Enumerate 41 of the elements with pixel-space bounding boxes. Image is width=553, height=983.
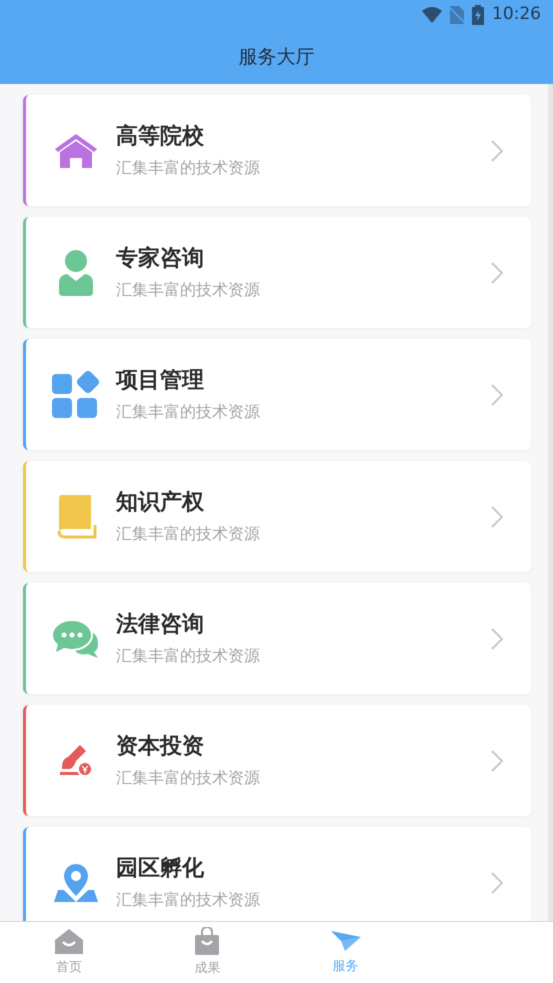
service-subtitle: 汇集丰富的技术资源 — [116, 400, 261, 422]
service-subtitle: 汇集丰富的技术资源 — [116, 278, 261, 300]
chevron-right-icon — [491, 384, 503, 406]
chevron-right-icon — [491, 628, 503, 650]
chevron-right-icon — [491, 140, 503, 162]
chevron-right-icon — [491, 506, 503, 528]
no-sim-icon — [450, 6, 464, 24]
service-title: 高等院校 — [116, 122, 205, 150]
service-subtitle: 汇集丰富的技术资源 — [116, 522, 261, 544]
service-subtitle: 汇集丰富的技术资源 — [116, 156, 261, 178]
blocks-icon — [52, 370, 100, 418]
battery-charging-icon — [472, 5, 484, 25]
chevron-right-icon — [491, 872, 503, 894]
service-subtitle: 汇集丰富的技术资源 — [116, 644, 261, 666]
service-subtitle: 汇集丰富的技术资源 — [116, 766, 261, 788]
service-card[interactable]: 资本投资 汇集丰富的技术资源 — [23, 705, 531, 816]
service-subtitle: 汇集丰富的技术资源 — [116, 888, 261, 910]
service-card[interactable]: 高等院校 汇集丰富的技术资源 — [23, 95, 531, 206]
paper-plane-icon — [330, 928, 361, 953]
service-card[interactable]: 专家咨询 汇集丰富的技术资源 — [23, 217, 531, 328]
book-icon — [55, 494, 97, 538]
wifi-icon — [422, 7, 442, 23]
chevron-right-icon — [491, 750, 503, 772]
service-title: 知识产权 — [116, 488, 206, 516]
shopping-bag-icon — [194, 926, 220, 955]
person-icon — [57, 248, 95, 296]
service-title: 法律咨询 — [116, 610, 205, 638]
service-card[interactable]: 知识产权 汇集丰富的技术资源 — [23, 461, 531, 572]
page-title: 服务大厅 — [238, 44, 314, 70]
service-card[interactable]: 项目管理 汇集丰富的技术资源 — [23, 339, 531, 450]
service-title: 专家咨询 — [116, 244, 205, 272]
service-title: 园区孵化 — [116, 854, 205, 882]
house-icon — [53, 132, 99, 170]
status-time: 10:26 — [492, 3, 541, 26]
location-pin-icon — [54, 862, 98, 904]
service-card[interactable]: 法律咨询 汇集丰富的技术资源 — [23, 583, 531, 694]
service-card[interactable]: 园区孵化 汇集丰富的技术资源 — [23, 827, 531, 921]
house-icon — [54, 928, 84, 954]
service-title: 项目管理 — [116, 366, 205, 394]
service-title: 资本投资 — [116, 732, 205, 760]
chevron-right-icon — [491, 262, 503, 284]
